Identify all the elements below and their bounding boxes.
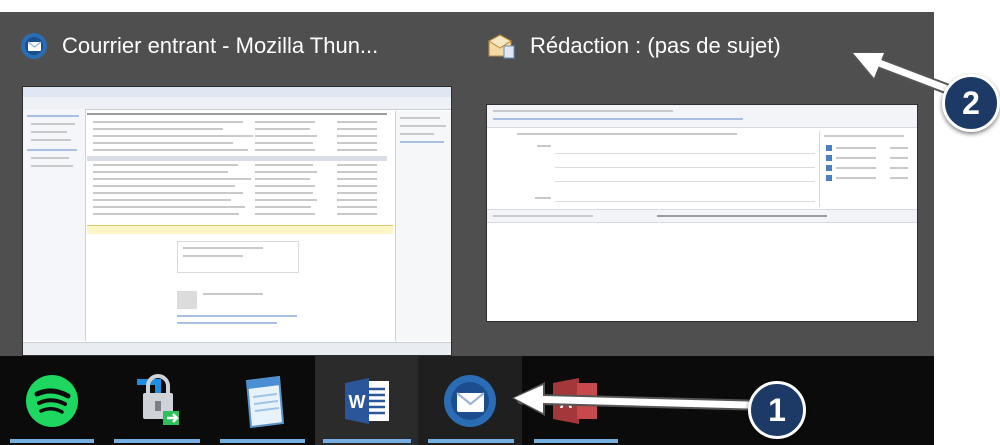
- callout-badge-2: 2: [942, 74, 1000, 132]
- arrow-to-compose-title: [850, 50, 956, 96]
- callout-arrows: [512, 50, 956, 416]
- callout-badge-1: 1: [748, 381, 806, 439]
- arrow-to-thunderbird: [512, 382, 754, 416]
